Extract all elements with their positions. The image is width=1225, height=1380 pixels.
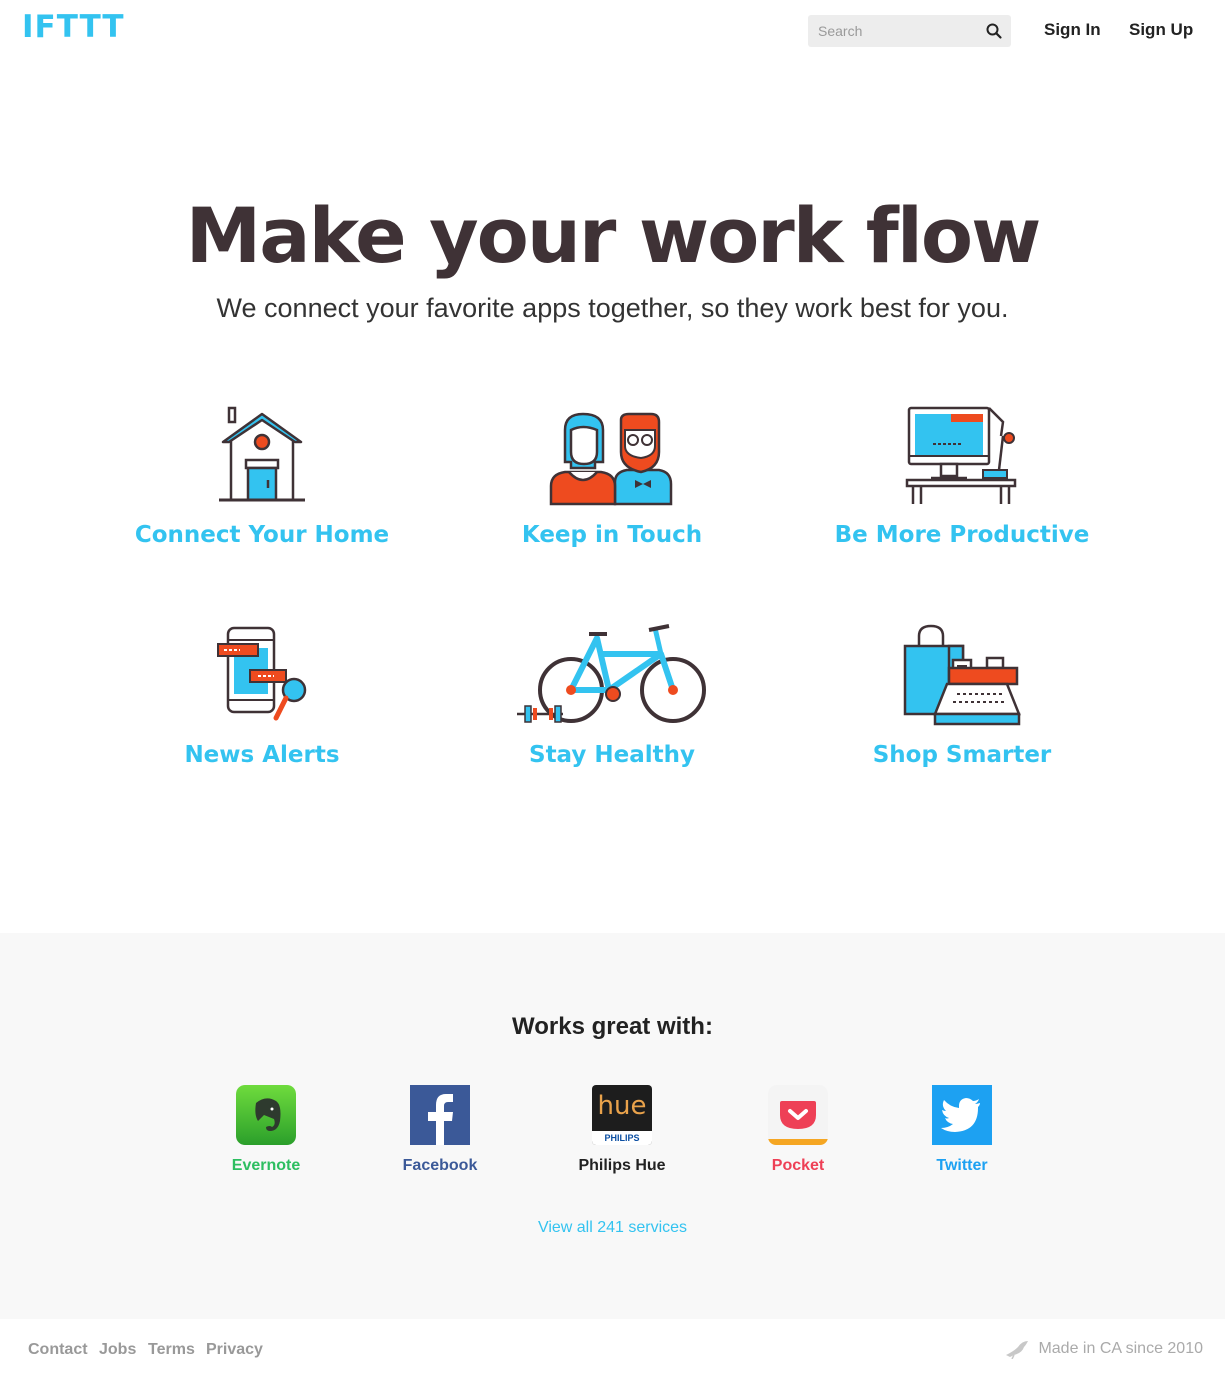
bird-icon [1006, 1341, 1029, 1359]
facebook-icon [410, 1085, 470, 1145]
footer-link-jobs[interactable]: Jobs [99, 1341, 136, 1359]
ifttt-logo[interactable]: IFTTT [22, 12, 125, 43]
made-in-ca-text: Made in CA since 2010 [1038, 1340, 1203, 1357]
site-header: IFTTT Sign In Sign Up [0, 0, 1225, 62]
category-shop-smarter[interactable]: Shop Smarter [787, 622, 1137, 802]
sign-in-link[interactable]: Sign In [1044, 20, 1101, 40]
service-pocket[interactable]: Pocket [728, 1085, 868, 1175]
category-connect-your-home[interactable]: Connect Your Home [87, 400, 437, 580]
hero-title: Make your work flow [185, 191, 1042, 280]
service-name: Philips Hue [578, 1157, 666, 1174]
service-evernote[interactable]: Evernote [196, 1085, 336, 1175]
service-twitter[interactable]: Twitter [892, 1085, 1032, 1175]
sign-up-link[interactable]: Sign Up [1129, 20, 1193, 40]
view-all-services: View all 241 services [0, 1219, 1225, 1237]
service-facebook[interactable]: Facebook [370, 1085, 510, 1175]
works-great-with-section: Works great with: Evernote Facebook hue … [0, 933, 1225, 1319]
computer-desk-icon [905, 406, 1017, 504]
category-label: Connect Your Home [134, 522, 390, 548]
twitter-icon [932, 1085, 992, 1145]
service-name: Twitter [936, 1157, 988, 1174]
pocket-icon [768, 1085, 828, 1145]
category-be-more-productive[interactable]: Be More Productive [787, 400, 1137, 580]
site-footer: Contact Jobs Terms Privacy Made in CA si… [0, 1319, 1225, 1380]
works-title: Works great with: [512, 1013, 713, 1040]
people-icon [549, 412, 673, 506]
phone-news-icon [217, 626, 307, 721]
search-input[interactable] [808, 15, 978, 47]
service-philips-hue[interactable]: hue PHILIPS Philips Hue [552, 1085, 692, 1175]
footer-link-contact[interactable]: Contact [28, 1341, 88, 1359]
category-keep-in-touch[interactable]: Keep in Touch [437, 400, 787, 580]
footer-link-terms[interactable]: Terms [148, 1341, 195, 1359]
shopping-register-icon [903, 624, 1021, 726]
category-label: Shop Smarter [872, 742, 1052, 768]
category-label: News Alerts [184, 742, 340, 768]
category-label: Be More Productive [834, 522, 1090, 548]
made-in-ca: Made in CA since 2010 [1004, 1339, 1203, 1359]
service-name: Evernote [231, 1157, 301, 1174]
footer-link-privacy[interactable]: Privacy [206, 1341, 263, 1359]
bicycle-icon [517, 624, 706, 723]
service-name: Pocket [771, 1157, 825, 1174]
search-icon[interactable] [985, 22, 1003, 40]
category-label: Stay Healthy [529, 742, 695, 768]
search-box [808, 15, 1011, 47]
house-icon [219, 406, 305, 502]
category-news-alerts[interactable]: News Alerts [87, 622, 437, 802]
service-name: Facebook [402, 1157, 478, 1174]
category-label: Keep in Touch [521, 522, 703, 548]
philips-hue-icon: hue PHILIPS [592, 1085, 652, 1145]
evernote-icon [236, 1085, 296, 1145]
category-stay-healthy[interactable]: Stay Healthy [437, 622, 787, 802]
hero-subtitle: We connect your favorite apps together, … [216, 293, 1009, 323]
view-all-services-link[interactable]: View all 241 services [538, 1219, 687, 1236]
